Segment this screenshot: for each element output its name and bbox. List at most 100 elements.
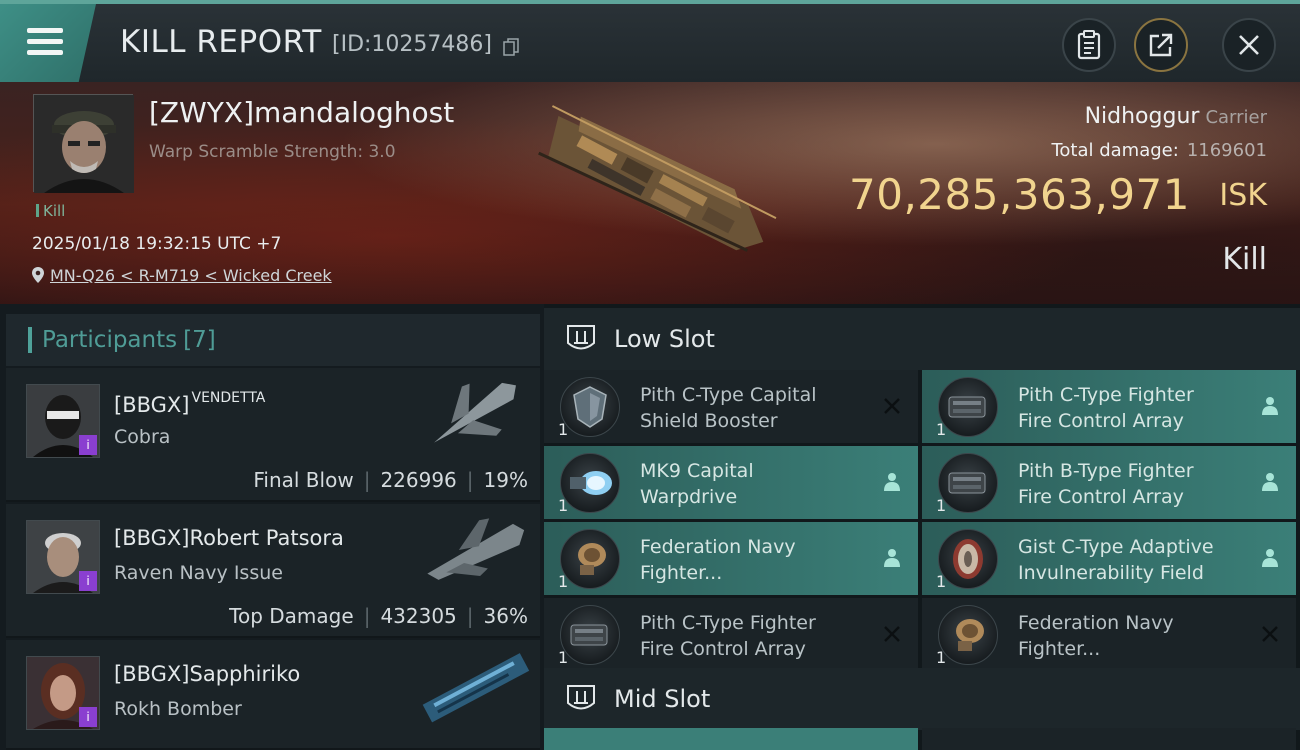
kill-location[interactable]: MN-Q26 < R-M719 < Wicked Creek [32,266,332,285]
module-icon [560,605,620,665]
module-icon [938,377,998,437]
ship-class: Carrier [1205,107,1267,128]
module-quantity: 1 [936,572,947,591]
participant-ship: Cobra [114,426,171,448]
module-icon [938,529,998,589]
module-name: Pith C-Type Fighter Fire Control Array [640,612,816,660]
participant-stats: Top Damage | 432305 | 36% [229,604,528,628]
participant-title: VENDETTA [191,390,266,406]
victim-banner: [ZWYX]mandaloghost Warp Scramble Strengt… [0,82,1300,304]
module-item[interactable]: 1 Pith C-Type Fighter Fire Control Array [544,598,918,671]
victim-name[interactable]: [ZWYX]mandaloghost [149,96,454,129]
module-name: Gist C-Type Adaptive Invulnerability Fiel… [1018,536,1214,584]
victim-portrait[interactable] [33,94,134,193]
person-icon [880,470,904,494]
avatar[interactable]: i [26,656,100,730]
kill-datetime: 2025/01/18 19:32:15 UTC +7 [32,234,282,254]
module-item[interactable]: 1 MK9 Capital Warpdrive [544,446,918,519]
module-quantity: 1 [936,420,947,439]
location-pin-icon [32,267,44,283]
participant-ship-render [434,382,516,443]
ship-name: Nidhoggur [1084,104,1200,129]
mid-slot-title: Mid Slot [614,685,711,713]
module-icon [938,453,998,513]
participant-name[interactable]: [BBGX] VENDETTA [114,390,265,417]
participant-ship: Rokh Bomber [114,698,242,720]
module-name: Pith C-Type Capital Shield Booster [640,384,817,432]
total-damage-value: 1169601 [1186,140,1267,161]
module-name: Pith B-Type Fighter Fire Control Array [1018,460,1194,508]
participant-percent: 36% [483,604,528,628]
module-item[interactable]: 1 Gist C-Type Adaptive Invulnerability Fi… [922,522,1296,595]
participants-count: [7] [183,327,216,353]
isk-unit: ISK [1219,178,1267,213]
module-name: MK9 Capital Warpdrive [640,460,754,508]
participant-ship-render [422,653,530,723]
participant-damage: 226996 [380,468,457,492]
result-label: Kill [1222,242,1267,277]
copy-icon[interactable] [503,38,519,56]
slot-icon [564,682,598,716]
menu-icon[interactable] [0,4,96,82]
total-damage-label: Total damage: [1051,140,1179,161]
mid-slot-header[interactable]: Mid Slot [544,668,1300,730]
fitting-panel: Low Slot 1 Pith C-Type Capital Shield Boo… [544,304,1300,750]
module-icon [560,377,620,437]
participant-role: Top Damage [229,604,354,628]
page-title: KILL REPORT [120,24,322,60]
module-quantity: 1 [558,572,569,591]
kill-tag: Kill [36,202,65,220]
x-icon [880,394,904,418]
module-item[interactable]: 1 Pith B-Type Fighter Fire Control Array [922,446,1296,519]
participant-role: Final Blow [253,468,354,492]
warp-scramble-strength: Warp Scramble Strength: 3.0 [149,142,396,162]
participants-header: Participants [7] [6,314,540,366]
info-badge: i [79,435,97,455]
share-icon[interactable] [1134,18,1188,72]
module-item-partial[interactable] [922,728,1296,750]
participant-ship-render [427,518,525,580]
person-icon [1258,470,1282,494]
close-icon[interactable] [1222,18,1276,72]
participant-stats: Final Blow | 226996 | 19% [253,468,528,492]
module-name: Federation Navy Fighter... [1018,612,1174,660]
participant-row[interactable]: i [BBGX]Sapphiriko Rokh Bomber [6,640,540,750]
info-badge: i [79,571,97,591]
victim-ship[interactable]: Nidhoggur Carrier [1085,104,1267,129]
module-item[interactable]: 1 Federation Navy Fighter... [544,522,918,595]
module-item[interactable]: 1 Pith C-Type Capital Shield Booster [544,370,918,443]
person-icon [1258,546,1282,570]
module-quantity: 1 [936,648,947,667]
module-item-partial[interactable] [544,728,918,750]
avatar[interactable]: i [26,384,100,458]
participants-title: Participants [42,327,178,353]
low-slot-title: Low Slot [614,325,715,353]
module-item[interactable]: 1 Pith C-Type Fighter Fire Control Array [922,370,1296,443]
participant-percent: 19% [483,468,528,492]
x-icon [1258,622,1282,646]
module-quantity: 1 [558,420,569,439]
module-icon [938,605,998,665]
module-name: Pith C-Type Fighter Fire Control Array [1018,384,1194,432]
module-icon [560,529,620,589]
participants-panel: Participants [7] i [BBGX] VENDETTA Cobra … [0,304,544,750]
participant-row[interactable]: i [BBGX]Robert Patsora Raven Navy Issue … [6,504,540,638]
avatar[interactable]: i [26,520,100,594]
report-id: [ID:10257486] [332,32,492,57]
participant-row[interactable]: i [BBGX] VENDETTA Cobra Final Blow | 226996… [6,368,540,502]
top-bar: KILL REPORT [ID:10257486] [0,0,1300,82]
participant-name[interactable]: [BBGX]Robert Patsora [114,526,344,550]
module-quantity: 1 [558,496,569,515]
module-name: Federation Navy Fighter... [640,536,796,584]
module-item[interactable]: 1 Federation Navy Fighter... [922,598,1296,671]
low-slot-header[interactable]: Low Slot [544,308,1300,370]
participant-damage: 432305 [380,604,457,628]
person-icon [1258,394,1282,418]
isk-value: 70,285,363,971 [849,170,1190,219]
slot-icon [564,322,598,356]
clipboard-icon[interactable] [1062,18,1116,72]
x-icon [880,622,904,646]
location-link[interactable]: MN-Q26 < R-M719 < Wicked Creek [50,266,332,285]
participant-name[interactable]: [BBGX]Sapphiriko [114,662,300,686]
victim-ship-render [538,105,777,252]
